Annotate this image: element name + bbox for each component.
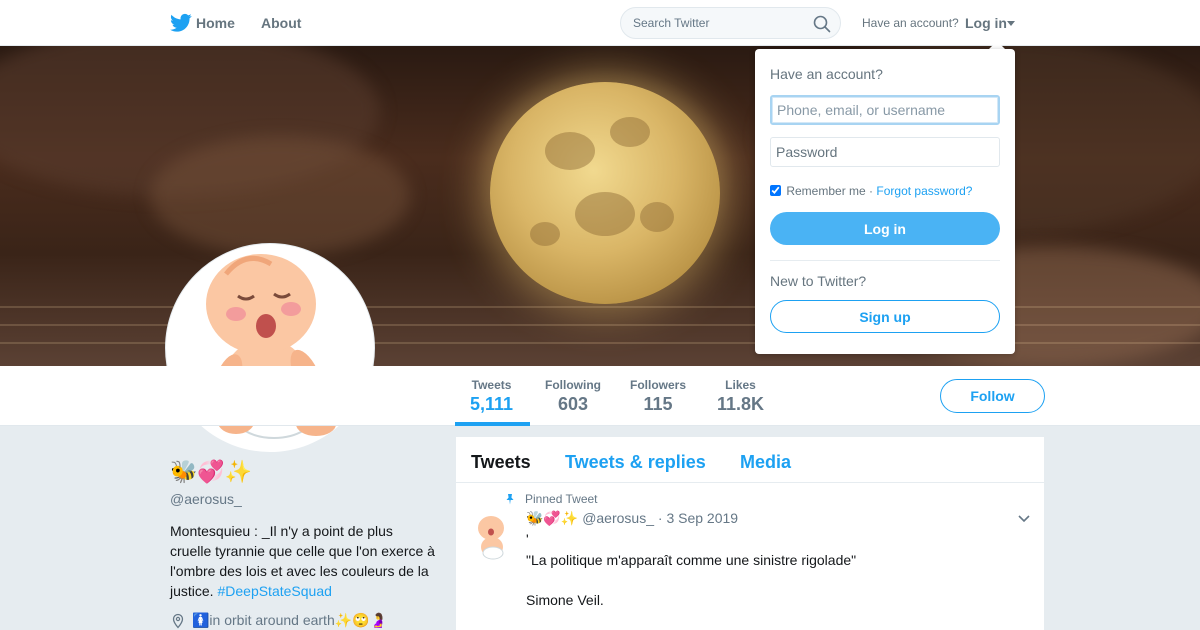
login-dropdown: Have an account? Remember me · Forgot pa…: [755, 49, 1015, 354]
search-icon[interactable]: [813, 15, 831, 33]
chevron-down-icon[interactable]: [1007, 21, 1015, 26]
stat-value: 11.8K: [717, 394, 765, 414]
search-input[interactable]: [633, 16, 803, 30]
timeline-tabs: Tweets Tweets & replies Media: [456, 437, 1044, 483]
forgot-password-link[interactable]: Forgot password?: [876, 184, 972, 198]
tab-tweets-replies[interactable]: Tweets & replies: [565, 452, 706, 473]
search-box[interactable]: [620, 7, 841, 39]
stat-value: 5,111: [470, 394, 514, 414]
tweet-date[interactable]: 3 Sep 2019: [666, 510, 738, 526]
remember-me-label[interactable]: Remember me: [786, 184, 865, 198]
profile-display-name[interactable]: 🐝💞✨: [170, 459, 252, 485]
tweet-header: 🐝💞✨ @aerosus_ · 3 Sep 2019: [526, 510, 738, 527]
new-to-twitter-text: New to Twitter?: [770, 273, 867, 289]
stat-likes[interactable]: Likes 11.8K: [717, 378, 764, 415]
tab-tweets[interactable]: Tweets: [471, 452, 531, 473]
stat-followers[interactable]: Followers 115: [630, 378, 686, 415]
profile-screen-name[interactable]: @aerosus_: [170, 491, 242, 507]
dropdown-divider: [770, 260, 1000, 261]
stat-label: Following: [545, 378, 601, 392]
password-field[interactable]: [770, 137, 1000, 167]
moon-image: [490, 82, 720, 304]
profile-location: 🚺in orbit around earth✨🙄🤰: [170, 612, 387, 629]
login-button[interactable]: Log in: [770, 212, 1000, 245]
top-nav: Home About Have an account? Log in: [0, 0, 1200, 46]
remember-row: Remember me · Forgot password?: [770, 184, 972, 198]
bio-hashtag-link[interactable]: #DeepStateSquad: [217, 583, 331, 599]
remember-me-checkbox[interactable]: [770, 185, 781, 196]
signup-button[interactable]: Sign up: [770, 300, 1000, 333]
tweet-menu-chevron-icon[interactable]: [1018, 515, 1030, 523]
tab-media[interactable]: Media: [740, 452, 791, 473]
timeline: Tweets Tweets & replies Media Pinned Twe…: [456, 437, 1044, 630]
stat-following[interactable]: Following 603: [545, 378, 601, 415]
location-text: 🚺in orbit around earth✨🙄🤰: [192, 612, 388, 628]
tweet-text-line: "La politique m'apparaît comme une sinis…: [526, 552, 857, 568]
follow-button[interactable]: Follow: [940, 379, 1045, 413]
tweet-text-line: Simone Veil.: [526, 592, 604, 608]
pinned-tweet-label: Pinned Tweet: [525, 492, 598, 506]
username-field[interactable]: [770, 95, 1000, 125]
active-stat-underline: [455, 422, 530, 426]
stat-label: Likes: [725, 378, 756, 392]
tweet-author-name[interactable]: 🐝💞✨: [526, 510, 578, 526]
stat-value: 115: [643, 394, 673, 414]
nav-about-link[interactable]: About: [261, 15, 301, 31]
tweet-separator: ·: [657, 510, 663, 526]
pin-icon: [506, 494, 514, 505]
have-account-text: Have an account?: [862, 16, 959, 30]
login-dropdown-toggle[interactable]: Log in: [965, 15, 1007, 31]
stat-tweets[interactable]: Tweets 5,111: [470, 378, 513, 415]
tweet-avatar[interactable]: [472, 513, 512, 561]
remember-separator: ·: [869, 184, 874, 198]
tweet-author-handle[interactable]: @aerosus_: [582, 510, 654, 526]
nav-home-link[interactable]: Home: [196, 15, 235, 31]
twitter-bird-icon[interactable]: [170, 13, 192, 33]
location-pin-icon: [172, 614, 184, 629]
profile-bio: Montesquieu : _Il n'y a point de plus cr…: [170, 521, 435, 601]
stat-value: 603: [557, 394, 589, 414]
tweet-text-line: ': [526, 531, 529, 547]
dropdown-title: Have an account?: [770, 66, 883, 82]
stat-label: Tweets: [471, 378, 512, 392]
stat-label: Followers: [630, 378, 687, 392]
